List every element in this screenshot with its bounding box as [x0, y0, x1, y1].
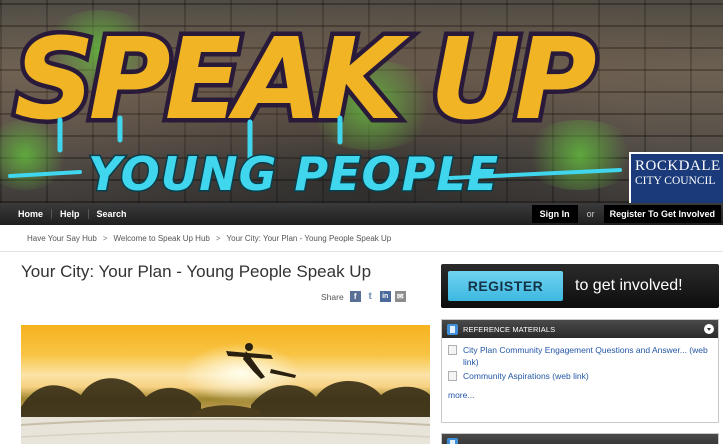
more-link[interactable]: more...: [442, 384, 718, 400]
panel-icon: [447, 437, 458, 444]
file-icon: [448, 345, 457, 355]
speak-up-banner: SPEAK UP YOUNG PEOPLE ROCKDALE CITY COUN…: [0, 0, 723, 203]
breadcrumb-separator: >: [215, 233, 221, 243]
page-title: Your City: Your Plan - Young People Spea…: [21, 262, 372, 281]
document-icon: [447, 323, 458, 335]
nav-search-link[interactable]: Search: [89, 209, 135, 219]
page: SPEAK UP YOUNG PEOPLE ROCKDALE CITY COUN…: [0, 0, 723, 444]
next-sidebar-panel: [441, 433, 719, 444]
breadcrumb-hub-link[interactable]: Have Your Say Hub: [27, 234, 97, 243]
hero-image-skater: [21, 325, 430, 444]
reference-link-qanda[interactable]: City Plan Community Engagement Questions…: [463, 344, 712, 368]
breadcrumb-separator: >: [102, 233, 108, 243]
twitter-icon[interactable]: t: [365, 291, 376, 302]
list-item: Community Aspirations (web link): [448, 370, 712, 382]
breadcrumb-current-page: Your City: Your Plan - Young People Spea…: [226, 233, 392, 243]
sign-in-button[interactable]: Sign In: [531, 205, 578, 223]
council-name: ROCKDALE: [635, 158, 721, 174]
rockdale-council-logo: ROCKDALE CITY COUNCIL: [629, 152, 723, 203]
speak-graffiti-text: SPEAK UP: [14, 15, 596, 145]
register-cta-button[interactable]: REGISTER: [448, 271, 563, 301]
reference-materials-title: REFERENCE MATERIALS: [463, 324, 556, 334]
list-item: City Plan Community Engagement Questions…: [448, 344, 712, 368]
skatepark-scene: [21, 343, 430, 444]
email-icon[interactable]: ✉: [394, 291, 406, 302]
skater-silhouette: [226, 343, 296, 379]
account-actions: Sign In or Register To Get Involved: [531, 203, 723, 225]
register-button[interactable]: Register To Get Involved: [603, 205, 721, 223]
young-people-graffiti-text: YOUNG PEOPLE: [88, 147, 499, 201]
nav-links: Home Help Search: [0, 209, 135, 219]
register-tagline: to get involved!: [575, 277, 683, 294]
register-call-to-action[interactable]: REGISTER to get involved!: [441, 264, 719, 308]
next-panel-header[interactable]: [442, 434, 718, 444]
reference-link-aspirations[interactable]: Community Aspirations (web link): [463, 370, 589, 382]
council-subtitle: CITY COUNCIL: [635, 175, 716, 187]
graffiti-artwork: SPEAK UP YOUNG PEOPLE: [8, 11, 622, 203]
collapse-toggle-icon[interactable]: [704, 324, 714, 334]
nav-help-link[interactable]: Help: [52, 209, 89, 219]
share-label: Share: [321, 291, 344, 302]
facebook-icon[interactable]: f: [349, 291, 361, 302]
share-bar: Share f t in ✉: [321, 291, 406, 302]
reference-materials-header[interactable]: REFERENCE MATERIALS: [442, 320, 718, 338]
reference-materials-panel: REFERENCE MATERIALS City Plan Community …: [441, 319, 719, 423]
or-label: or: [586, 209, 595, 219]
breadcrumb-welcome-link[interactable]: Welcome to Speak Up Hub: [114, 234, 210, 243]
reference-list: City Plan Community Engagement Questions…: [442, 338, 718, 382]
nav-home-link[interactable]: Home: [10, 209, 53, 219]
linkedin-icon[interactable]: in: [379, 291, 391, 302]
file-icon: [448, 371, 457, 381]
breadcrumb: Have Your Say Hub > Welcome to Speak Up …: [0, 225, 723, 252]
top-nav-bar: Home Help Search Sign In or Register To …: [0, 203, 723, 225]
